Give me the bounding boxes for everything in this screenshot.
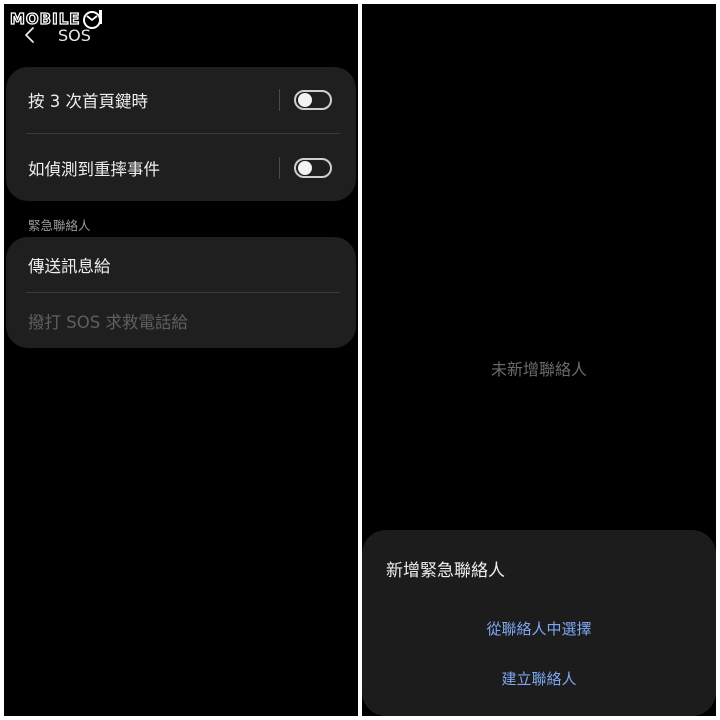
toggle-row-home-key[interactable]: 按 3 次首頁鍵時 [6,67,356,133]
empty-contacts-message: 未新增聯絡人 [490,360,587,379]
home-key-switch[interactable] [294,90,332,110]
list-item-sos-call: 撥打 SOS 求救電話給 [6,293,356,348]
add-contact-bottom-sheet: 新增緊急聯絡人 從聯絡人中選擇 建立聯絡人 [362,530,716,716]
sheet-title: 新增緊急聯絡人 [386,561,505,581]
list-item-send-message[interactable]: 傳送訊息給 [6,237,356,292]
create-contact-button[interactable]: 建立聯絡人 [362,668,716,689]
switch-knob [298,93,312,107]
row-separator [279,156,280,179]
screenshot-collage: MOBILE SOS 按 3 次首頁鍵時 如偵測到重摔事件 緊急聯絡人 傳送訊息… [0,0,720,720]
contact-picker-screen: 未新增聯絡人 新增緊急聯絡人 從聯絡人中選擇 建立聯絡人 [362,4,716,716]
row-separator [279,89,280,111]
list-item-label: 傳送訊息給 [28,256,111,276]
toggle-label: 按 3 次首頁鍵時 [28,92,148,111]
app-header: SOS [22,22,91,48]
choose-from-contacts-button[interactable]: 從聯絡人中選擇 [362,618,716,639]
fall-detection-switch[interactable] [294,157,332,178]
toggle-row-fall-detection[interactable]: 如偵測到重摔事件 [6,134,356,201]
chevron-left-icon[interactable] [22,25,36,45]
switch-knob [298,160,312,175]
page-title: SOS [58,25,91,45]
sos-settings-screen: MOBILE SOS 按 3 次首頁鍵時 如偵測到重摔事件 緊急聯絡人 傳送訊息… [4,4,358,716]
section-header-emergency-contacts: 緊急聯絡人 [28,218,91,233]
sos-trigger-card: 按 3 次首頁鍵時 如偵測到重摔事件 [6,67,356,201]
emergency-contacts-card: 傳送訊息給 撥打 SOS 求救電話給 [6,237,356,348]
list-item-label: 撥打 SOS 求救電話給 [28,312,188,332]
toggle-label: 如偵測到重摔事件 [28,159,160,179]
